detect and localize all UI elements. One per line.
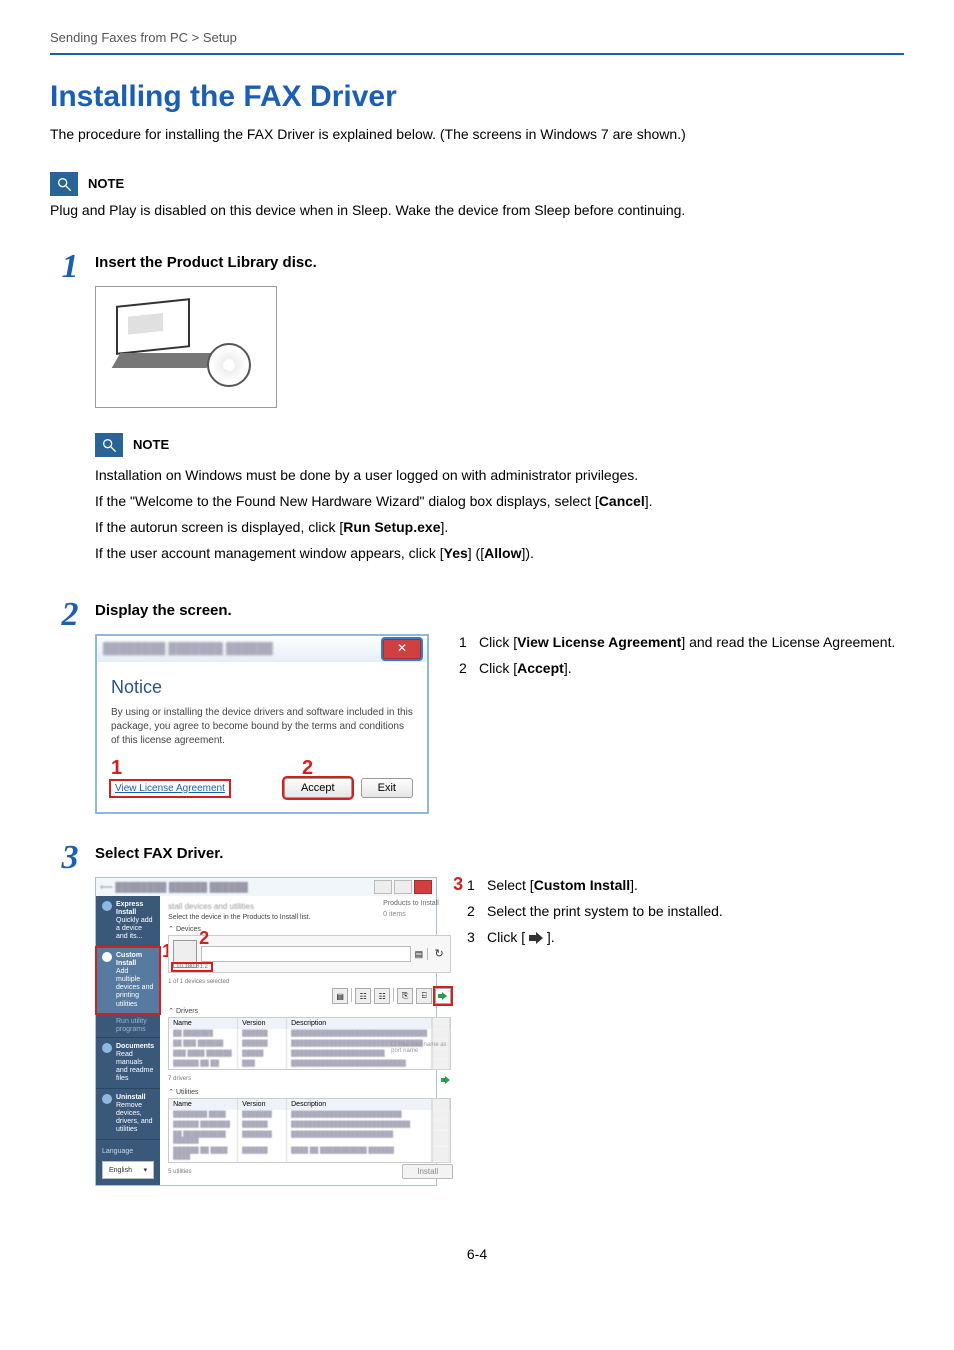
page-title: Installing the FAX Driver	[50, 80, 904, 114]
utilities-table[interactable]: Name Version Description ████████ ██████…	[168, 1098, 451, 1163]
notice-heading: Notice	[111, 677, 413, 698]
main-header-blur: stall devices and utilities	[168, 902, 451, 911]
list-item: Select [Custom Install].	[487, 877, 638, 893]
close-button[interactable]: ✕	[383, 639, 421, 659]
divider	[50, 53, 904, 55]
insert-disc-illustration	[95, 286, 277, 408]
view-license-link[interactable]: View License Agreement	[111, 781, 229, 796]
utilities-count: 5 utilities	[168, 1169, 191, 1177]
minimize-button[interactable]	[374, 880, 392, 894]
toolbar-icon[interactable]: ▤	[332, 988, 348, 1004]
list-item: Click [Accept].	[479, 660, 572, 676]
intro-text: The procedure for installing the FAX Dri…	[50, 126, 904, 142]
maximize-button[interactable]	[394, 880, 412, 894]
devices-header: Devices	[176, 926, 201, 933]
note-label: NOTE	[123, 433, 179, 457]
list-item: Click [ ].	[487, 929, 555, 945]
note-label: NOTE	[78, 172, 134, 196]
toolbar-icon[interactable]: ⎘	[397, 988, 413, 1004]
products-count: 0 items	[383, 911, 453, 918]
note-text: Plug and Play is disabled on this device…	[50, 202, 904, 218]
callout-3: 3	[453, 874, 463, 895]
toolbar-icon[interactable]: ⍇	[416, 988, 432, 1004]
note-header: NOTE	[50, 172, 904, 196]
col-name: Name	[169, 1018, 238, 1029]
language-select[interactable]: English ▾	[102, 1161, 154, 1179]
sidebar-item-uninstall[interactable]: UninstallRemove devices, drivers, and ut…	[96, 1089, 160, 1139]
device-search-input[interactable]	[201, 946, 411, 962]
list-number: 2	[467, 903, 487, 919]
device-ip: 10.180.81.2	[173, 964, 211, 970]
col-version: Version	[238, 1018, 287, 1029]
docs-icon	[102, 1043, 112, 1053]
add-arrow-button[interactable]	[435, 988, 451, 1004]
col-desc: Description	[287, 1018, 432, 1029]
arrow-right-icon	[438, 992, 448, 1000]
step-number-1: 1	[50, 248, 90, 286]
note-line: If the user account management window ap…	[95, 545, 904, 561]
refresh-button[interactable]: ↻	[432, 947, 446, 961]
callout-1: 1	[111, 757, 122, 780]
note-line: If the autorun screen is displayed, clic…	[95, 519, 904, 535]
devices-count: 1 of 1 devices selected	[168, 979, 451, 985]
sidebar-item-express[interactable]: Express InstallQuickly add a device and …	[96, 896, 160, 946]
accept-button[interactable]: Accept	[284, 778, 352, 798]
breadcrumb: Sending Faxes from PC > Setup	[50, 30, 904, 45]
note-header: NOTE	[95, 433, 904, 457]
note-icon	[95, 433, 123, 457]
installer-sidebar: Express InstallQuickly add a device and …	[96, 896, 160, 1185]
custom-icon	[102, 952, 112, 962]
callout-2: 2	[199, 928, 209, 949]
list-number: 1	[459, 634, 479, 650]
language-label: Language	[96, 1148, 160, 1155]
arrow-right-icon[interactable]	[441, 1076, 451, 1084]
utilities-header: Utilities	[176, 1089, 199, 1096]
express-icon	[102, 901, 112, 911]
col-version: Version	[238, 1099, 287, 1110]
drivers-header: Drivers	[176, 1008, 198, 1015]
col-name: Name	[169, 1099, 238, 1110]
list-item: Click [View License Agreement] and read …	[479, 634, 895, 650]
license-message: By using or installing the device driver…	[111, 706, 413, 748]
note-line: Installation on Windows must be done by …	[95, 467, 904, 483]
toolbar-icon[interactable]: ☷	[355, 988, 371, 1004]
step-number-3: 3	[50, 839, 90, 877]
toolbar-icon[interactable]: ☷	[374, 988, 390, 1004]
uninstall-icon	[102, 1094, 112, 1104]
step1-title: Insert the Product Library disc.	[95, 254, 904, 271]
close-button[interactable]	[414, 880, 432, 894]
device-row[interactable]: 2 ▤ ↻ 10.180.81.2	[168, 935, 451, 973]
sidebar-item-maintenance[interactable]: Run utility programs	[96, 1014, 160, 1037]
note-icon	[50, 172, 78, 196]
installer-window: ⟵ ████████ ██████ ██████	[95, 877, 437, 1186]
list-number: 3	[467, 929, 487, 945]
list-number: 1	[467, 877, 487, 893]
installer-title-blur: ⟵ ████████ ██████ ██████	[100, 882, 248, 893]
page-number: 6-4	[50, 1246, 904, 1262]
sidebar-item-documents[interactable]: DocumentsRead manuals and readme files	[96, 1038, 160, 1088]
exit-button[interactable]: Exit	[361, 778, 413, 798]
license-dialog: ████████ ███████ ██████ ✕ Notice By usin…	[95, 634, 429, 814]
dialog-title-blur: ████████ ███████ ██████	[103, 643, 273, 655]
arrow-right-icon	[529, 932, 543, 944]
drivers-count: 7 drivers	[168, 1076, 191, 1084]
chevron-down-icon: ▾	[144, 1166, 148, 1174]
step-number-2: 2	[50, 596, 90, 634]
disc-icon	[207, 343, 251, 387]
installer-main: Products to Install 0 items stall device…	[160, 896, 459, 1185]
list-number: 2	[459, 660, 479, 676]
note-line: If the "Welcome to the Found New Hardwar…	[95, 493, 904, 509]
scrollbar[interactable]	[432, 1099, 450, 1110]
list-item: Select the print system to be installed.	[487, 903, 723, 919]
step3-title: Select FAX Driver.	[95, 845, 904, 862]
list-view-toggle[interactable]: ▤	[415, 949, 424, 960]
scrollbar[interactable]	[432, 1018, 450, 1029]
step2-title: Display the screen.	[95, 602, 904, 619]
sidebar-item-custom[interactable]: Custom InstallAdd multiple devices and p…	[96, 947, 160, 1013]
callout-2: 2	[302, 757, 313, 780]
col-desc: Description	[287, 1099, 432, 1110]
hostname-checkbox-label[interactable]: ☐ Use host name as port name	[391, 1041, 451, 1054]
install-button[interactable]: Install	[402, 1164, 453, 1179]
